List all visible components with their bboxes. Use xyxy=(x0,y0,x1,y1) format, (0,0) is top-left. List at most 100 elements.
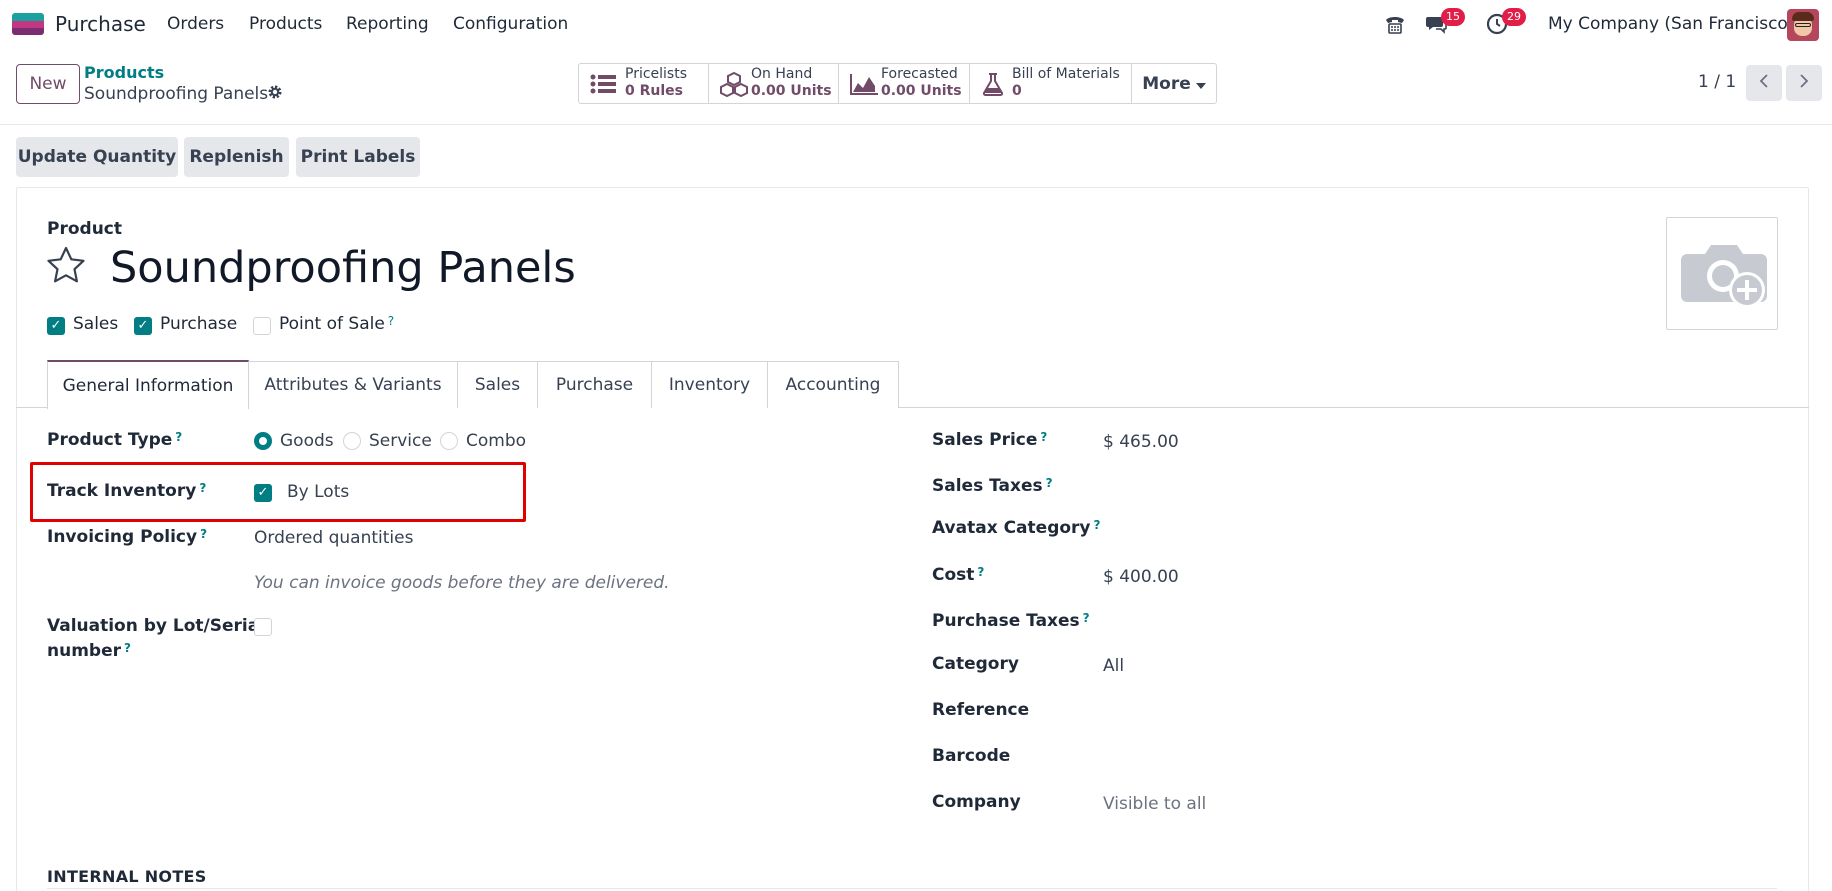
invoicing-help-text: You can invoice goods before they are de… xyxy=(254,573,670,593)
activities-badge: 29 xyxy=(1502,8,1526,26)
track-inventory-checkbox[interactable]: ✓ xyxy=(254,484,272,502)
flask-icon xyxy=(980,72,1010,96)
favorite-star-icon[interactable] xyxy=(45,245,87,295)
help-icon[interactable]: ? xyxy=(200,527,207,541)
control-panel: New Products Soundproofing Panels Pricel… xyxy=(0,48,1832,125)
help-icon[interactable]: ? xyxy=(388,314,394,328)
help-icon[interactable]: ? xyxy=(977,565,984,579)
product-name[interactable]: Soundproofing Panels xyxy=(110,243,576,293)
messages-badge: 15 xyxy=(1441,8,1465,26)
help-icon[interactable]: ? xyxy=(1046,476,1053,490)
tab-general-information[interactable]: General Information xyxy=(47,360,249,409)
product-image-upload[interactable] xyxy=(1666,217,1778,330)
top-navbar: Purchase Orders Products Reporting Confi… xyxy=(0,0,1832,48)
cubes-icon xyxy=(719,71,749,98)
valuation-checkbox[interactable] xyxy=(254,618,272,636)
purchase-checkbox-label: Purchase xyxy=(160,314,238,334)
pager-previous-button[interactable] xyxy=(1746,65,1782,101)
user-avatar[interactable] xyxy=(1787,9,1819,41)
pager-next-button[interactable] xyxy=(1786,65,1822,101)
track-inventory-label: Track Inventory? xyxy=(47,481,207,501)
invoicing-policy-value[interactable]: Ordered quantities xyxy=(254,528,413,548)
purchase-taxes-label: Purchase Taxes? xyxy=(932,611,1090,631)
valuation-label: Valuation by Lot/Serial xyxy=(47,616,266,636)
product-type-label: Product Type? xyxy=(47,430,183,450)
breadcrumb-products[interactable]: Products xyxy=(84,63,164,82)
company-switcher[interactable]: My Company (San Francisco) xyxy=(1548,14,1794,34)
update-quantity-button[interactable]: Update Quantity xyxy=(16,137,178,177)
pricelists-value: 0 Rules xyxy=(625,83,683,99)
on-hand-value: 0.00 Units xyxy=(751,83,832,99)
sales-price-value[interactable]: $ 465.00 xyxy=(1103,432,1179,452)
caret-down-icon xyxy=(1195,74,1206,94)
help-icon[interactable]: ? xyxy=(199,481,206,495)
tab-inventory[interactable]: Inventory xyxy=(651,361,768,408)
tab-accounting[interactable]: Accounting xyxy=(767,361,899,408)
invoicing-policy-label: Invoicing Policy? xyxy=(47,527,208,547)
sales-price-label: Sales Price? xyxy=(932,430,1048,450)
smart-button-on-hand[interactable]: On Hand 0.00 Units xyxy=(709,64,839,103)
product-type-combo-label: Combo xyxy=(466,431,527,451)
sales-checkbox-label: Sales xyxy=(73,314,119,334)
help-icon[interactable]: ? xyxy=(124,641,131,655)
product-type-goods-radio[interactable] xyxy=(254,432,272,450)
area-chart-icon xyxy=(849,72,879,96)
help-icon[interactable]: ? xyxy=(1040,430,1047,444)
list-icon xyxy=(589,72,619,96)
bom-value: 0 xyxy=(1012,83,1022,99)
forecasted-value: 0.00 Units xyxy=(881,83,962,99)
pager-value[interactable]: 1 / 1 xyxy=(1698,72,1736,92)
print-labels-button[interactable]: Print Labels xyxy=(296,137,420,177)
point-of-sale-checkbox[interactable] xyxy=(253,317,271,335)
cost-value[interactable]: $ 400.00 xyxy=(1103,567,1179,587)
product-type-service-radio[interactable] xyxy=(343,432,361,450)
gear-icon[interactable] xyxy=(267,84,283,104)
valuation-label-line2: number? xyxy=(47,641,131,661)
camera-plus-icon xyxy=(1679,238,1769,316)
on-hand-label: On Hand xyxy=(751,66,813,82)
smart-buttons: Pricelists 0 Rules On Hand 0.00 Units Fo… xyxy=(578,63,1217,104)
app-name[interactable]: Purchase xyxy=(55,12,146,36)
product-type-goods-label: Goods xyxy=(280,431,334,451)
app-logo-icon[interactable] xyxy=(12,13,44,35)
cost-label: Cost? xyxy=(932,565,985,585)
menu-products[interactable]: Products xyxy=(249,14,322,34)
more-dropdown[interactable]: More xyxy=(1132,64,1216,103)
internal-notes-heading: INTERNAL NOTES xyxy=(47,867,207,886)
record-type-label: Product xyxy=(47,219,122,239)
company-value[interactable]: Visible to all xyxy=(1103,794,1206,814)
tab-sales[interactable]: Sales xyxy=(457,361,538,408)
company-label: Company xyxy=(932,792,1021,812)
smart-button-bill-of-materials[interactable]: Bill of Materials 0 xyxy=(970,64,1132,103)
category-label: Category xyxy=(932,654,1019,674)
tab-purchase[interactable]: Purchase xyxy=(537,361,652,408)
menu-configuration[interactable]: Configuration xyxy=(453,14,568,34)
chevron-left-icon xyxy=(1758,73,1770,94)
menu-orders[interactable]: Orders xyxy=(167,14,224,34)
menu-reporting[interactable]: Reporting xyxy=(346,14,429,34)
purchase-checkbox[interactable]: ✓ xyxy=(134,317,152,335)
replenish-button[interactable]: Replenish xyxy=(184,137,289,177)
track-inventory-value[interactable]: By Lots xyxy=(287,482,349,502)
tab-attributes-variants[interactable]: Attributes & Variants xyxy=(248,361,458,408)
internal-notes-divider xyxy=(47,888,1777,889)
sales-taxes-label: Sales Taxes? xyxy=(932,476,1053,496)
avatax-category-label: Avatax Category? xyxy=(932,518,1101,538)
more-label: More xyxy=(1142,73,1191,94)
product-type-combo-radio[interactable] xyxy=(440,432,458,450)
help-icon[interactable]: ? xyxy=(1083,611,1090,625)
help-icon[interactable]: ? xyxy=(175,430,182,444)
product-type-service-label: Service xyxy=(369,431,432,451)
point-of-sale-checkbox-label: Point of Sale? xyxy=(279,314,395,334)
bom-label: Bill of Materials xyxy=(1012,66,1120,82)
pricelists-label: Pricelists xyxy=(625,66,688,82)
help-icon[interactable]: ? xyxy=(1094,518,1101,532)
sales-checkbox[interactable]: ✓ xyxy=(47,317,65,335)
smart-button-pricelists[interactable]: Pricelists 0 Rules xyxy=(579,64,709,103)
barcode-label: Barcode xyxy=(932,746,1011,766)
smart-button-forecasted[interactable]: Forecasted 0.00 Units xyxy=(839,64,970,103)
breadcrumb-current: Soundproofing Panels xyxy=(84,84,269,104)
new-button[interactable]: New xyxy=(16,64,80,104)
phone-icon[interactable] xyxy=(1383,12,1407,41)
category-value[interactable]: All xyxy=(1103,656,1124,676)
